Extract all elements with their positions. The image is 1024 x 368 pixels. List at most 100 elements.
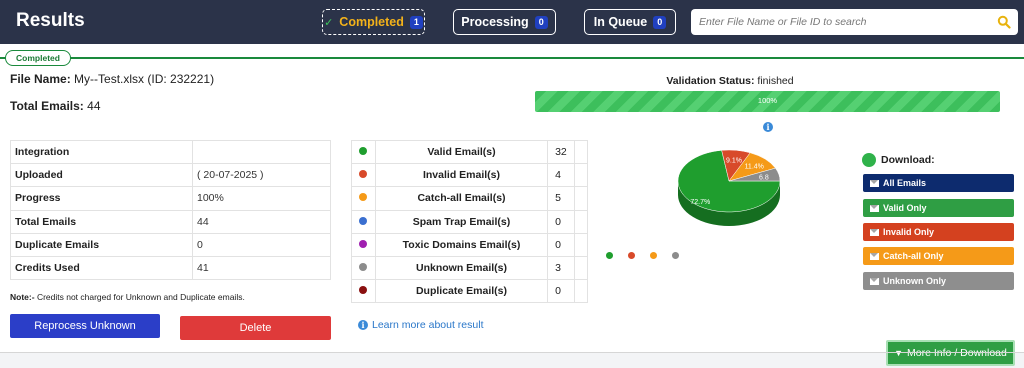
result-spacer <box>574 186 588 211</box>
top-bar: Results ✓ Completed 1 Processing 0 In Qu… <box>0 0 1024 44</box>
note-text: Credits not charged for Unknown and Dupl… <box>36 292 245 302</box>
legend-dot-invalid[interactable] <box>628 252 635 259</box>
download-invalid-onlybutton[interactable]: Invalid Only <box>863 223 1014 241</box>
info-value: 44 <box>192 209 331 234</box>
total-emails: Total Emails: 44 <box>10 99 101 113</box>
info-key: Integration <box>10 139 193 165</box>
tab-in-queue-label: In Queue <box>593 15 648 29</box>
results-table: Valid Email(s) 32 Invalid Email(s) 4 Catch-a… <box>351 139 588 304</box>
table-row: Valid Email(s) 32 <box>351 139 588 165</box>
tab-processing-count: 0 <box>534 15 548 29</box>
chart-legend <box>606 252 679 259</box>
table-row: Spam Trap Email(s) 0 <box>351 209 588 234</box>
envelope-icon <box>870 252 879 260</box>
chevron-down-icon: ▼ <box>894 348 904 358</box>
bottom-divider <box>0 352 1024 353</box>
status-dot <box>351 232 376 257</box>
reprocess-unknown-button[interactable]: Reprocess Unknown <box>10 314 160 338</box>
learn-more-link[interactable]: i Learn more about result <box>358 319 483 331</box>
search-input[interactable] <box>699 13 989 31</box>
results-pie-chart: 72.7% 9.1%11.4% 6.8 <box>677 149 781 226</box>
file-name-value: My--Test.xlsx (ID: 232221) <box>74 72 215 86</box>
info-key: Duplicate Emails <box>10 232 193 257</box>
info-value: ( 20-07-2025 ) <box>192 163 331 188</box>
learn-more-label: Learn more about result <box>372 319 484 331</box>
table-row: Integration <box>10 139 331 165</box>
download-unknown-onlybutton[interactable]: Unknown Only <box>863 272 1014 290</box>
envelope-icon <box>870 204 879 212</box>
result-count: 3 <box>547 255 576 281</box>
check-icon: ✓ <box>324 16 334 29</box>
envelope-icon <box>870 277 879 285</box>
legend-dot-unknown[interactable] <box>672 252 679 259</box>
result-spacer <box>574 255 588 281</box>
result-count: 0 <box>547 279 576 304</box>
search-box <box>691 9 1018 35</box>
status-dot <box>351 255 376 281</box>
total-emails-label: Total Emails: <box>10 99 84 113</box>
status-dot-icon <box>359 239 368 248</box>
more-info-label: More Info / Download <box>907 347 1007 359</box>
status-dot-icon <box>359 193 368 202</box>
file-name-label: File Name: <box>10 72 71 86</box>
download-button-label: Invalid Only <box>883 227 935 237</box>
tab-completed[interactable]: ✓ Completed 1 <box>322 9 425 35</box>
table-row: Progress 100% <box>10 186 331 211</box>
info-value: 0 <box>192 232 331 257</box>
pie-label: 6.8 <box>759 174 769 181</box>
legend-dot-catch-all[interactable] <box>650 252 657 259</box>
pie-label: 72.7% <box>690 199 710 206</box>
legend-dot-valid[interactable] <box>606 252 613 259</box>
tab-processing[interactable]: Processing 0 <box>453 9 556 35</box>
search-icon[interactable] <box>997 15 1011 29</box>
result-count: 0 <box>547 232 576 257</box>
status-dot-icon <box>359 216 368 225</box>
info-value <box>192 139 331 165</box>
download-valid-onlybutton[interactable]: Valid Only <box>863 199 1014 217</box>
more-info-download-button[interactable]: ▼ More Info / Download <box>886 340 1015 366</box>
delete-button[interactable]: Delete <box>180 316 331 340</box>
envelope-icon <box>870 228 879 236</box>
validation-status-value: finished <box>757 75 794 87</box>
tab-in-queue[interactable]: In Queue 0 <box>584 9 676 35</box>
result-spacer <box>574 139 588 165</box>
result-count: 5 <box>547 186 576 211</box>
result-label: Spam Trap Email(s) <box>374 209 549 234</box>
note-label: Note:- <box>10 292 35 302</box>
status-dot <box>351 279 376 304</box>
tab-processing-label: Processing <box>461 15 529 29</box>
status-dot-icon <box>359 286 368 295</box>
download-catch-all-onlybutton[interactable]: Catch-all Only <box>863 247 1014 265</box>
status-dot-icon <box>359 170 368 179</box>
envelope-icon <box>870 179 879 187</box>
result-label: Valid Email(s) <box>374 139 549 165</box>
info-value: 100% <box>192 186 331 211</box>
info-key: Progress <box>10 186 193 211</box>
info-value: 41 <box>192 255 331 281</box>
table-row: Credits Used 41 <box>10 255 331 281</box>
file-name: File Name: My--Test.xlsx (ID: 232221) <box>10 72 214 86</box>
download-all-emailsbutton[interactable]: All Emails <box>863 174 1014 192</box>
result-count: 4 <box>547 163 576 188</box>
info-key: Total Emails <box>10 209 193 234</box>
download-button-label: All Emails <box>883 178 927 188</box>
status-dot-icon <box>359 263 368 272</box>
download-dot-icon <box>862 153 876 167</box>
validation-info-icon[interactable]: i <box>763 117 773 135</box>
download-button-label: Valid Only <box>883 203 927 213</box>
info-icon: i <box>358 320 368 330</box>
download-button-label: Unknown Only <box>883 276 946 286</box>
pie-label: 11.4% <box>745 164 764 171</box>
info-key: Uploaded <box>10 163 193 188</box>
tab-completed-label: Completed <box>339 15 404 29</box>
table-row: Duplicate Email(s) 0 <box>351 279 588 304</box>
result-label: Duplicate Email(s) <box>374 279 549 304</box>
status-dot <box>351 209 376 234</box>
file-info-table: Integration Uploaded( 20-07-2025 ) Progr… <box>10 139 331 281</box>
download-button-label: Catch-all Only <box>883 251 944 261</box>
table-row: Invalid Email(s) 4 <box>351 163 588 188</box>
result-spacer <box>574 279 588 304</box>
table-row: Unknown Email(s) 3 <box>351 255 588 281</box>
tab-completed-count: 1 <box>409 15 423 29</box>
total-emails-value: 44 <box>87 99 101 113</box>
